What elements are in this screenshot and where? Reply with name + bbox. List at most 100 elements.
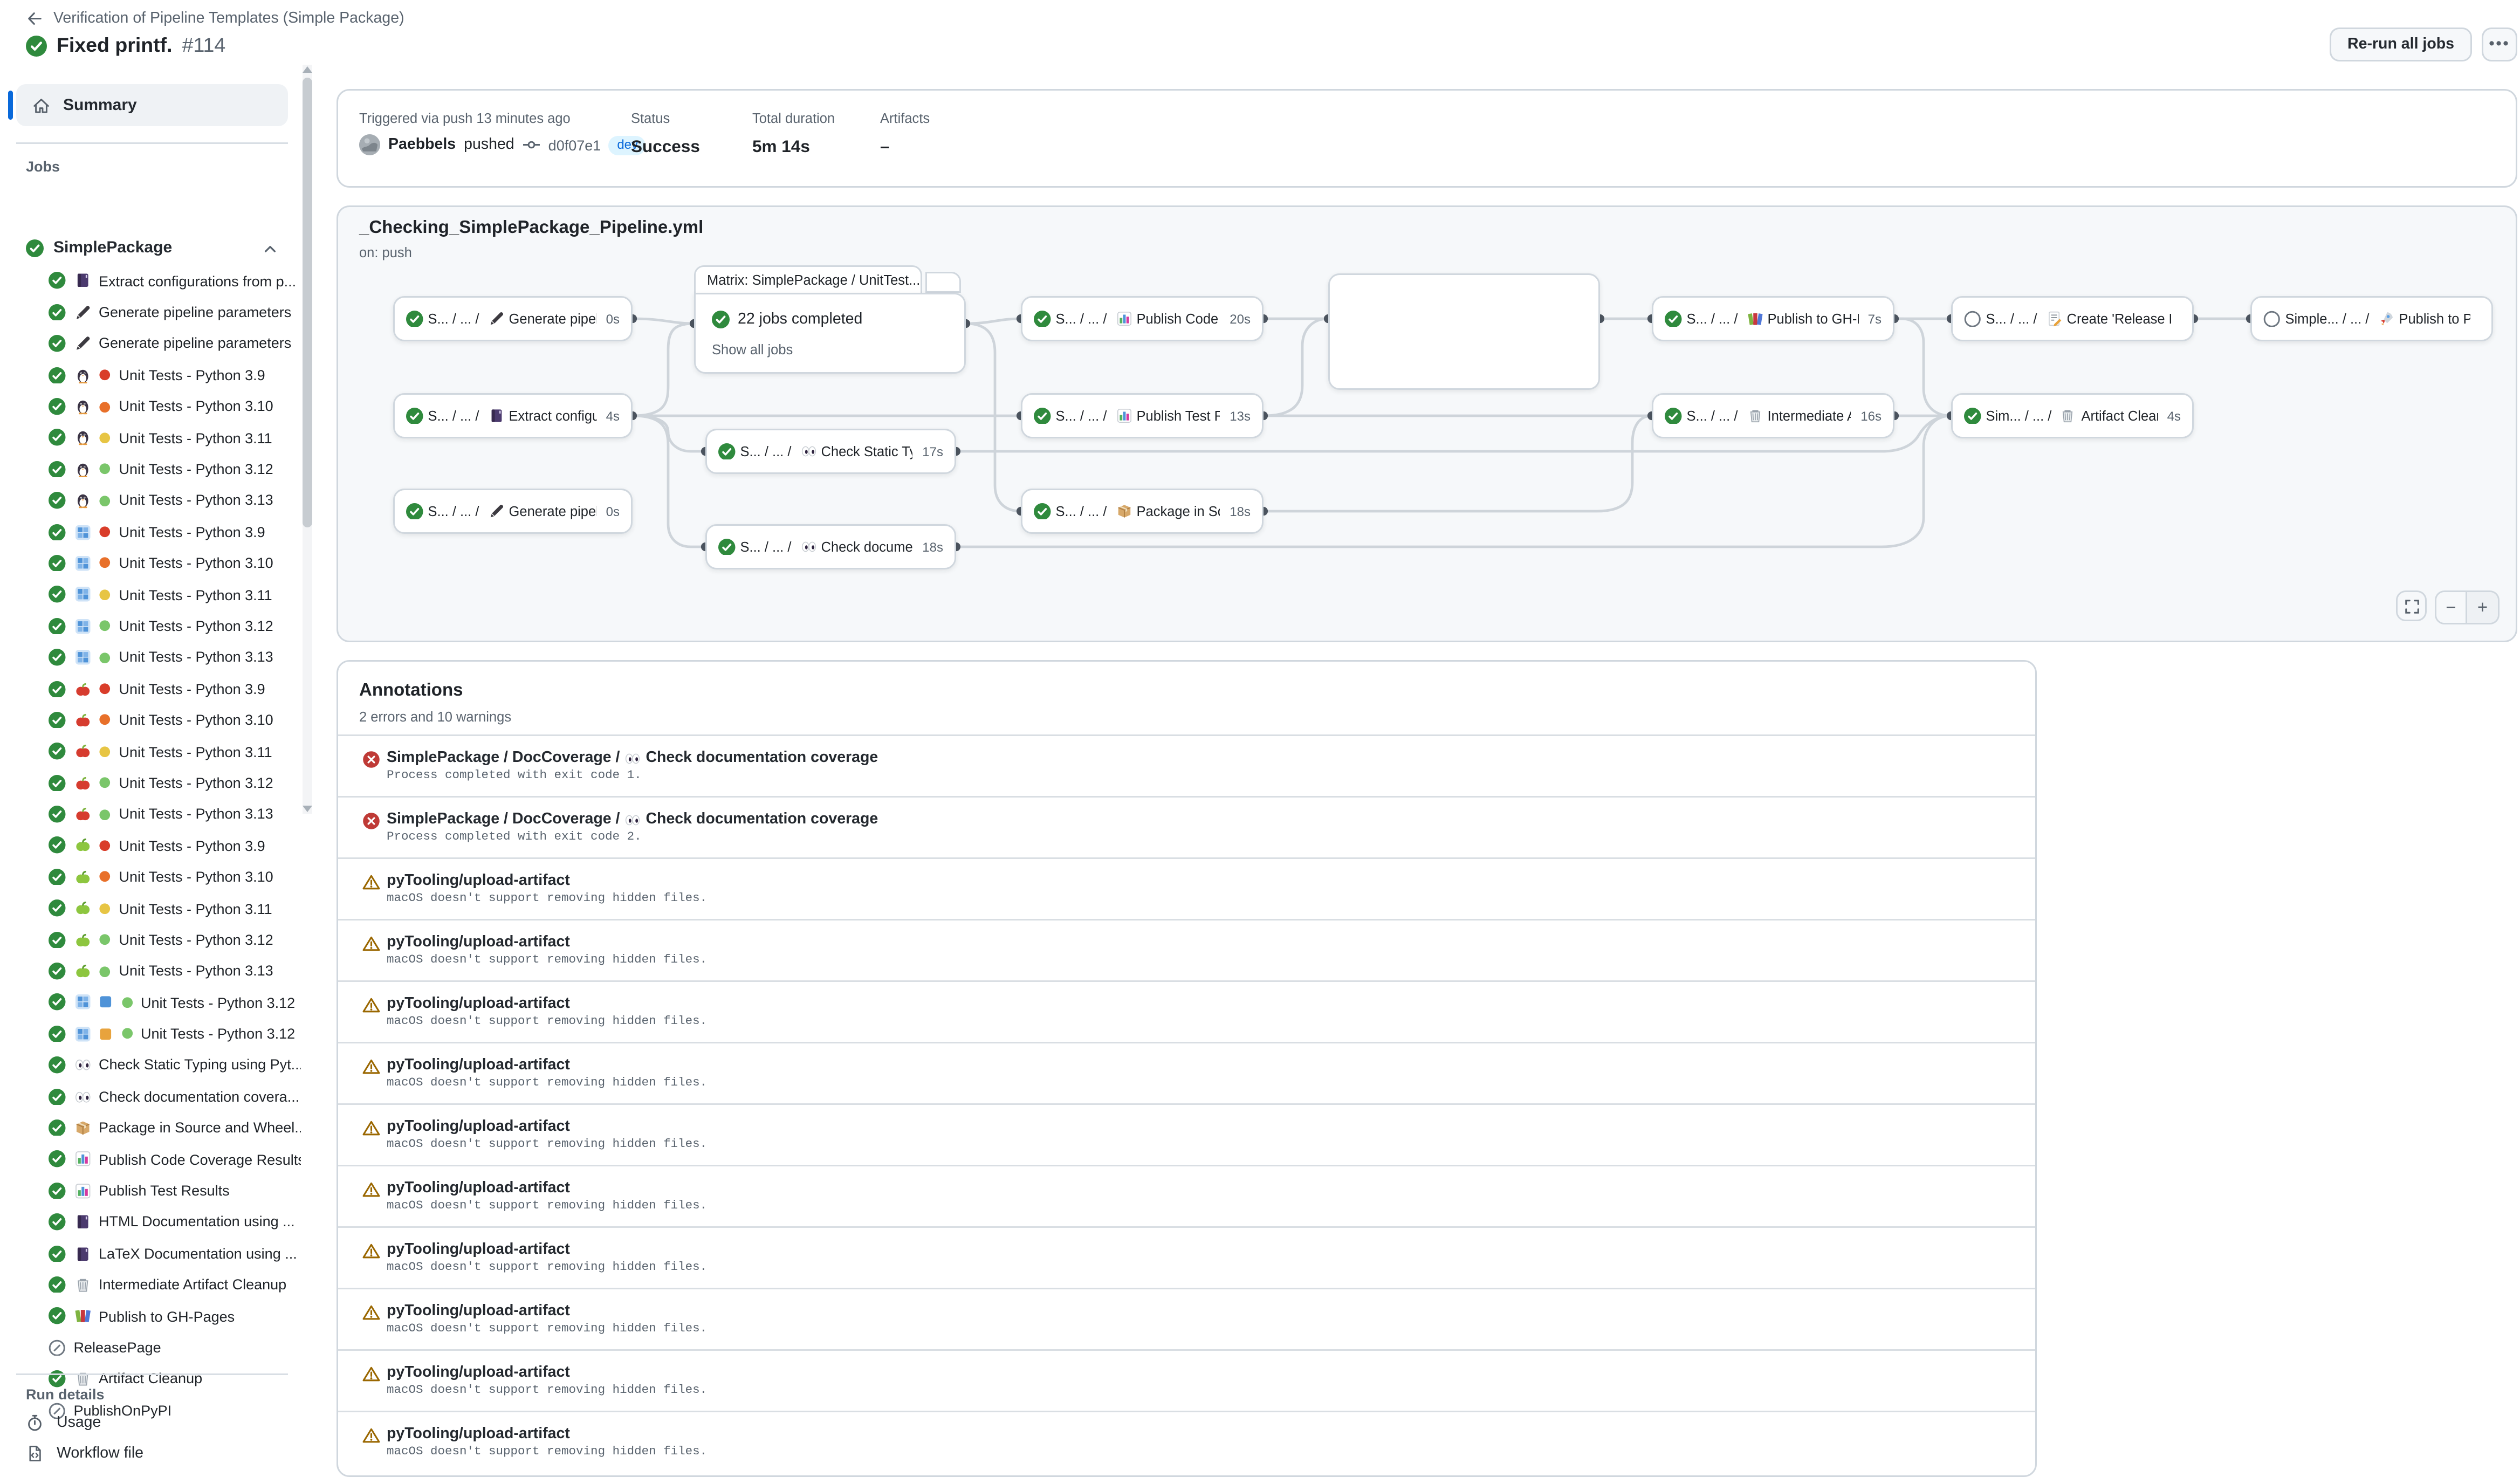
graph-node-package[interactable]: S... / ... / Package in Sou...18s [1021, 489, 1264, 534]
scrollbar-thumb[interactable] [302, 78, 312, 527]
sidebar-item-job[interactable]: Unit Tests - Python 3.12 [0, 454, 301, 485]
sidebar-item-job[interactable]: Unit Tests - Python 3.13 [0, 485, 301, 516]
success-check-icon [49, 524, 66, 541]
sidebar-item-job[interactable]: Unit Tests - Python 3.13 [0, 956, 301, 987]
graph-node-pub-test[interactable]: S... / ... / Publish Test Re...13s [1021, 393, 1264, 438]
eyes-icon [800, 539, 816, 555]
graph-node-intermediate[interactable]: S... / ... / Intermediate A...16s [1652, 393, 1894, 438]
sidebar-item-job[interactable]: Unit Tests - Python 3.12 [0, 924, 301, 956]
sidebar-item-job[interactable]: Unit Tests - Python 3.12 [0, 610, 301, 642]
annotation-title[interactable]: pyTooling/upload-artifact [387, 872, 570, 890]
sidebar-item-job[interactable]: Unit Tests - Python 3.11 [0, 736, 301, 767]
sidebar-item-job[interactable]: Unit Tests - Python 3.10 [0, 391, 301, 422]
graph-node-artifact-cleanup[interactable]: Sim... / ... / Artifact Cleanup4s [1951, 393, 2194, 438]
graph-node-extract[interactable]: S... / ... / Extract configur...4s [393, 393, 633, 438]
annotation-title[interactable]: pyTooling/upload-artifact [387, 1056, 570, 1074]
annotation-title[interactable]: SimplePackage / DocCoverage / Check docu… [387, 749, 878, 767]
graph-node-gh-pages[interactable]: S... / ... / Publish to GH-P...7s [1652, 296, 1894, 341]
annotation-title[interactable]: pyTooling/upload-artifact [387, 1302, 570, 1320]
success-check-icon [406, 503, 423, 520]
scrollbar-up-arrow[interactable] [302, 66, 312, 73]
fullscreen-button[interactable] [2396, 590, 2427, 621]
annotation-title[interactable]: pyTooling/upload-artifact [387, 933, 570, 951]
breadcrumb[interactable]: Verification of Pipeline Templates (Simp… [26, 10, 404, 28]
annotation-title[interactable]: pyTooling/upload-artifact [387, 1118, 570, 1136]
job-label: Unit Tests - Python 3.13 [119, 649, 273, 665]
sidebar-item-job[interactable]: Extract configurations from p... [0, 265, 301, 297]
graph-node-release-page[interactable]: S... / ... / Create 'Release Pa... [1951, 296, 2194, 341]
pencil-icon [74, 304, 91, 321]
matrix-tab[interactable]: Matrix: SimplePackage / UnitTest... [694, 265, 922, 293]
sidebar-item-job[interactable]: Unit Tests - Python 3.9 [0, 830, 301, 861]
annotation-title[interactable]: pyTooling/upload-artifact [387, 1179, 570, 1197]
graph-node-gen-bottom[interactable]: S... / ... / Generate pipelin...0s [393, 489, 633, 534]
run-summary-card: Triggered via push 13 minutes ago Paebbe… [337, 89, 2517, 188]
sidebar-item-usage[interactable]: Usage [26, 1407, 101, 1437]
kebab-menu-button[interactable]: ••• [2482, 28, 2517, 61]
sidebar-item-job[interactable]: LaTeX Documentation using ... [0, 1238, 301, 1269]
sidebar-item-job[interactable]: Package in Source and Wheel... [0, 1112, 301, 1144]
success-check-icon [1034, 310, 1051, 327]
sidebar-item-job[interactable]: Intermediate Artifact Cleanup [0, 1269, 301, 1301]
sidebar-item-job[interactable]: ReleasePage [0, 1332, 301, 1363]
rerun-all-jobs-button[interactable]: Re-run all jobs [2330, 28, 2472, 61]
success-check-icon [49, 743, 66, 760]
graph-node-check-static[interactable]: S... / ... / Check Static Ty...17s [705, 429, 956, 474]
show-all-jobs-link[interactable]: Show all jobs [712, 341, 793, 358]
success-check-icon [26, 239, 44, 257]
sidebar-item-job[interactable]: Unit Tests - Python 3.12 [0, 767, 301, 799]
sidebar-item-job[interactable]: Check Static Typing using Pyt... [0, 1049, 301, 1081]
zoom-out-button[interactable]: − [2436, 592, 2467, 623]
job-label: Unit Tests - Python 3.10 [119, 712, 273, 728]
python-version-dot-icon [99, 933, 111, 946]
wastebasket-icon [1747, 408, 1763, 424]
sidebar-item-job[interactable]: Publish Code Coverage Results [0, 1144, 301, 1175]
sidebar-item-job[interactable]: Check documentation covera... [0, 1081, 301, 1112]
avatar[interactable] [359, 134, 380, 155]
job-duration: 16s [1856, 409, 1882, 423]
annotation-name: pyTooling/upload-artifact [387, 1364, 570, 1382]
annotation-title[interactable]: SimplePackage / DocCoverage / Check docu… [387, 810, 878, 828]
sidebar-item-job[interactable]: Unit Tests - Python 3.10 [0, 861, 301, 892]
sidebar-item-workflow-file[interactable]: Workflow file [26, 1438, 143, 1467]
sidebar-item-job[interactable]: Publish to GH-Pages [0, 1301, 301, 1332]
graph-node-check-doc[interactable]: S... / ... / Check docume...18s [705, 524, 956, 569]
matrix-node[interactable]: 22 jobs completed Show all jobs [694, 293, 966, 374]
success-check-icon [406, 407, 423, 424]
sidebar-item-job[interactable]: Generate pipeline parameters [0, 297, 301, 328]
annotation-detail: macOS doesn't support removing hidden fi… [387, 1323, 707, 1336]
sidebar-item-job[interactable]: Unit Tests - Python 3.10 [0, 548, 301, 579]
sidebar-item-summary[interactable]: Summary [16, 84, 288, 126]
annotation-title[interactable]: pyTooling/upload-artifact [387, 1241, 570, 1259]
sidebar-item-job[interactable]: Generate pipeline parameters [0, 328, 301, 359]
job-duration: 17s [917, 444, 943, 459]
sidebar-item-job[interactable]: Unit Tests - Python 3.11 [0, 579, 301, 610]
graph-node-publish-pypi[interactable]: Simple... / ... / Publish to PyPI [2250, 296, 2493, 341]
sidebar-item-job[interactable]: Publish Test Results [0, 1175, 301, 1206]
actor-login[interactable]: Paebbels [388, 136, 456, 154]
graph-node-gen-top[interactable]: S... / ... / Generate pipelin...0s [393, 296, 633, 341]
linux-penguin-icon [74, 492, 91, 510]
annotation-title[interactable]: pyTooling/upload-artifact [387, 1364, 570, 1382]
annotation-title[interactable]: pyTooling/upload-artifact [387, 1425, 570, 1443]
sidebar-item-job[interactable]: Unit Tests - Python 3.13 [0, 799, 301, 830]
sidebar-item-job[interactable]: Unit Tests - Python 3.13 [0, 642, 301, 673]
sidebar-item-job[interactable]: Unit Tests - Python 3.9 [0, 360, 301, 391]
sidebar-item-job[interactable]: Unit Tests - Python 3.12 [0, 987, 301, 1018]
job-label: Unit Tests - Python 3.9 [119, 837, 265, 854]
sidebar-item-job[interactable]: Unit Tests - Python 3.11 [0, 892, 301, 924]
commit-hash[interactable]: d0f07e1 [548, 137, 601, 153]
zoom-in-button[interactable]: + [2467, 592, 2498, 623]
sidebar-group-simplepackage[interactable]: SimplePackage [16, 233, 288, 264]
graph-node-pub-code[interactable]: S... / ... / Publish Code C...20s [1021, 296, 1264, 341]
sidebar-item-job[interactable]: Unit Tests - Python 3.10 [0, 704, 301, 736]
annotation-title[interactable]: pyTooling/upload-artifact [387, 995, 570, 1013]
sidebar-item-job[interactable]: HTML Documentation using ... [0, 1206, 301, 1238]
sidebar-item-job[interactable]: Unit Tests - Python 3.11 [0, 422, 301, 454]
job-label: Unit Tests - Python 3.11 [119, 744, 272, 760]
sidebar-item-job[interactable]: Unit Tests - Python 3.9 [0, 673, 301, 704]
sidebar-item-job[interactable]: Unit Tests - Python 3.9 [0, 516, 301, 547]
green-apple-icon [74, 900, 91, 917]
scrollbar-down-arrow[interactable] [302, 806, 312, 812]
sidebar-item-job[interactable]: Unit Tests - Python 3.12 [0, 1018, 301, 1049]
